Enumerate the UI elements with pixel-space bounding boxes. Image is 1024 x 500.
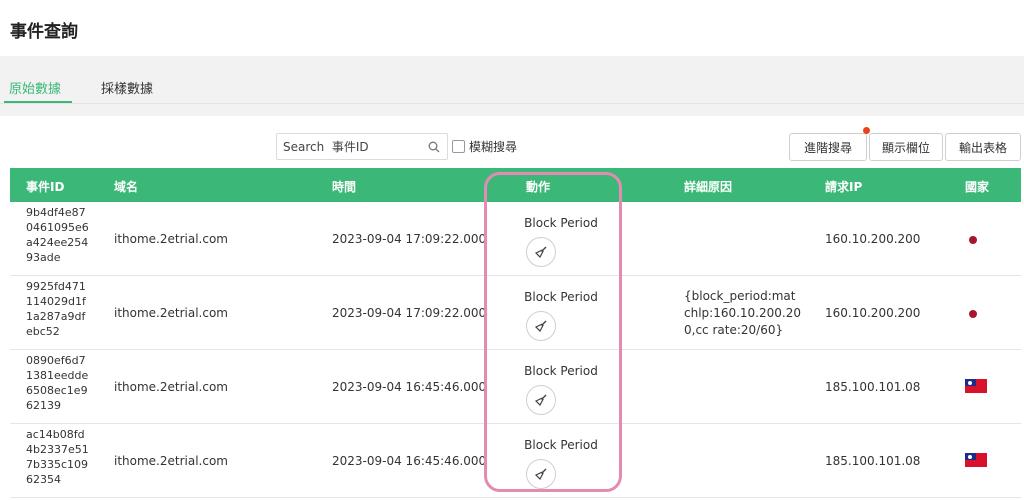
table-header: 事件ID 域名 時間 動作 詳細原因 請求IP 國家 (10, 168, 1021, 202)
event-id[interactable]: 9b4df4e870461095e6a424ee25493ade (26, 205, 90, 265)
request-ip: 185.100.101.08 (825, 380, 921, 394)
action-label: Block Period (524, 364, 598, 378)
broom-clear-button[interactable] (526, 311, 556, 341)
domain: ithome.2etrial.com (114, 380, 228, 394)
broom-clear-button[interactable] (526, 385, 556, 415)
table-row: 0890ef6d71381eedde6508ec1e962139 ithome.… (10, 350, 1021, 424)
tab-strip: 原始數據 採樣數據 (0, 70, 1024, 104)
broom-icon (534, 468, 547, 480)
taiwan-flag-icon (965, 379, 987, 393)
event-time: 2023-09-04 17:09:22.000 (332, 306, 487, 320)
request-ip: 185.100.101.08 (825, 454, 921, 468)
taiwan-flag-icon (965, 453, 987, 467)
export-table-button[interactable]: 輸出表格 (945, 133, 1021, 161)
table-row: 9925fd471114029d1f1a287a9dfebc52 ithome.… (10, 276, 1021, 350)
column-display-button[interactable]: 顯示欄位 (869, 133, 943, 161)
domain: ithome.2etrial.com (114, 454, 228, 468)
action-label: Block Period (524, 438, 598, 452)
event-id[interactable]: 0890ef6d71381eedde6508ec1e962139 (26, 353, 90, 413)
broom-icon (534, 246, 547, 258)
detail-reason: {block_period:matchlp:160.10.200.200,cc … (684, 289, 801, 337)
active-tab-indicator (4, 101, 72, 103)
table-row: 9b4df4e870461095e6a424ee25493ade ithome.… (10, 202, 1021, 276)
header-domain: 域名 (114, 180, 139, 194)
fuzzy-search-checkbox[interactable] (452, 140, 465, 153)
event-time: 2023-09-04 16:45:46.000 (332, 454, 487, 468)
domain: ithome.2etrial.com (114, 232, 228, 246)
action-label: Block Period (524, 216, 598, 230)
header-country: 國家 (965, 180, 990, 194)
request-ip: 160.10.200.200 (825, 232, 921, 246)
broom-clear-button[interactable] (526, 459, 556, 489)
action-label: Block Period (524, 290, 598, 304)
country-red-dot-icon (965, 305, 977, 318)
page-title: 事件查詢 (10, 22, 78, 42)
header-event-id: 事件ID (26, 180, 65, 194)
country-red-dot-icon (965, 231, 977, 244)
broom-icon (534, 320, 547, 332)
broom-clear-button[interactable] (526, 237, 556, 267)
tab-sampled-data[interactable]: 採樣數據 (101, 78, 153, 97)
header-action: 動作 (526, 180, 551, 194)
search-icon[interactable] (425, 138, 443, 156)
broom-icon (534, 394, 547, 406)
event-id[interactable]: 9925fd471114029d1f1a287a9dfebc52 (26, 279, 90, 339)
advanced-search-button[interactable]: 進階搜尋 (789, 133, 867, 161)
table-row: ac14b08fd4b2337e517b335c10962354 ithome.… (10, 424, 1021, 498)
search-box[interactable] (276, 133, 448, 160)
search-input[interactable] (277, 134, 425, 159)
event-time: 2023-09-04 17:09:22.000 (332, 232, 487, 246)
domain: ithome.2etrial.com (114, 306, 228, 320)
tab-raw-data[interactable]: 原始數據 (9, 78, 61, 97)
request-ip: 160.10.200.200 (825, 306, 921, 320)
header-request-ip: 請求IP (825, 180, 863, 194)
event-id[interactable]: ac14b08fd4b2337e517b335c10962354 (26, 427, 90, 487)
header-reason: 詳細原因 (684, 180, 733, 194)
fuzzy-search-label: 模糊搜尋 (469, 140, 518, 154)
fuzzy-search-toggle[interactable]: 模糊搜尋 (452, 138, 517, 155)
header-time: 時間 (332, 180, 357, 194)
event-time: 2023-09-04 16:45:46.000 (332, 380, 487, 394)
